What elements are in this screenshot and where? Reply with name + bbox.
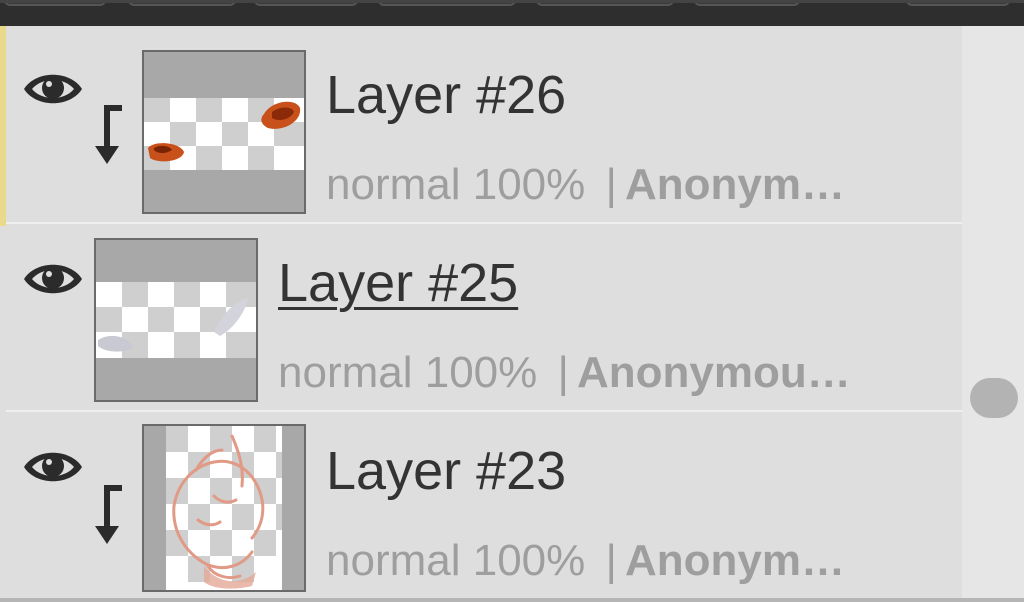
layer-row[interactable]: Layer #23 normal 100% | Anonym… [6, 412, 962, 602]
blend-mode: normal [326, 536, 461, 585]
panel-bottom-border [0, 598, 1024, 602]
layer-row[interactable]: Layer #25 normal 100% | Anonymou… [6, 224, 962, 412]
layer-owner: Anonym… [624, 536, 845, 585]
layer-name[interactable]: Layer #25 [278, 252, 518, 314]
meta-separator: | [605, 160, 617, 209]
layer-name[interactable]: Layer #26 [326, 64, 566, 126]
layer-name[interactable]: Layer #23 [326, 440, 566, 502]
eye-icon[interactable] [22, 258, 84, 300]
layer-owner: Anonym… [624, 160, 845, 209]
clipping-arrow-icon [95, 105, 122, 164]
layer-meta: normal 100% | Anonym… [326, 160, 845, 210]
eye-icon[interactable] [22, 68, 84, 110]
layer-row[interactable]: Layer #26 normal 100% | Anonym… [6, 36, 962, 224]
meta-separator: | [557, 348, 569, 397]
scrollbar-thumb[interactable] [970, 378, 1018, 418]
layer-meta: normal 100% | Anonymou… [278, 348, 851, 398]
clipping-arrow-icon [95, 485, 122, 544]
layers-panel: Layer #26 normal 100% | Anonym… Layer #2… [0, 0, 1024, 602]
layer-meta: normal 100% | Anonym… [326, 536, 845, 586]
opacity: 100% [472, 536, 586, 585]
layer-owner: Anonymou… [576, 348, 851, 397]
scrollbar-track[interactable] [962, 26, 1024, 602]
opacity: 100% [472, 160, 586, 209]
toolbar [0, 0, 1024, 26]
blend-mode: normal [278, 348, 413, 397]
toolbar-tab-indicator [0, 0, 1024, 3]
meta-separator: | [605, 536, 617, 585]
blend-mode: normal [326, 160, 461, 209]
eye-icon[interactable] [22, 446, 84, 488]
layer-thumbnail[interactable] [142, 50, 306, 214]
opacity: 100% [424, 348, 538, 397]
layer-thumbnail[interactable] [142, 424, 306, 592]
layer-thumbnail[interactable] [94, 238, 258, 402]
